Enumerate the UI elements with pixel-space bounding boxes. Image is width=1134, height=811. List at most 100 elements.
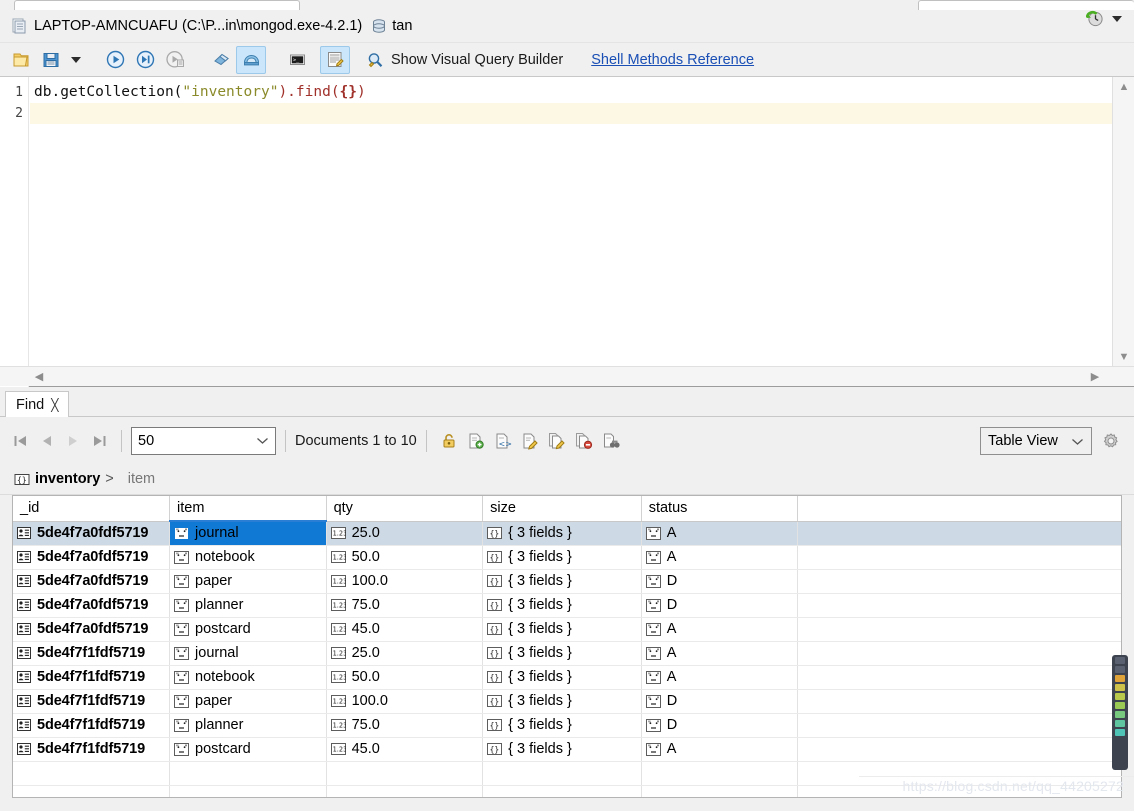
table-row[interactable]: 5de4f7f1fdf5719 " " journal 1.23 25.0 {} { 3 fi… [13, 641, 1121, 666]
execute-all-button[interactable] [130, 46, 160, 74]
save-dropdown-button[interactable] [66, 46, 86, 74]
view-json-button[interactable]: <> [490, 428, 517, 454]
cell-status[interactable]: " " A [641, 521, 799, 546]
results-table[interactable]: _id item qty size status 5de4f7a0fdf5719… [12, 495, 1122, 798]
cell-item[interactable]: " " notebook [169, 545, 327, 570]
table-row[interactable]: 5de4f7a0fdf5719 " " postcard 1.23 45.0 {} { 3 f… [13, 617, 1121, 642]
cell-qty[interactable]: 1.23 75.0 [326, 713, 484, 738]
cell-qty[interactable]: 1.23 75.0 [326, 593, 484, 618]
edit-document-button[interactable] [320, 45, 350, 74]
cell-item[interactable]: " " postcard [169, 737, 327, 762]
clone-document-button[interactable] [544, 428, 571, 454]
cell-size[interactable]: {} { 3 fields } [482, 737, 642, 762]
cell-status[interactable]: " " A [641, 665, 799, 690]
cell-status[interactable]: " " D [641, 689, 799, 714]
column-header-qty[interactable]: qty [326, 496, 484, 522]
cell-status[interactable]: " " A [641, 545, 799, 570]
cell-id[interactable]: 5de4f7f1fdf5719 [13, 713, 171, 738]
view-mode-select[interactable]: Table View [980, 427, 1092, 455]
cell-size[interactable]: {} { 3 fields } [482, 713, 642, 738]
results-vertical-scrollbar[interactable] [1112, 655, 1128, 770]
editor-code-area[interactable]: db.getCollection("inventory").find({}) [30, 77, 1112, 387]
editor-tab-partial-left[interactable] [14, 0, 300, 10]
cell-qty[interactable]: 1.23 50.0 [326, 665, 484, 690]
cell-qty[interactable]: 1.23 100.0 [326, 689, 484, 714]
history-clock-icon[interactable] [1086, 10, 1104, 28]
cell-size[interactable]: {} { 3 fields } [482, 689, 642, 714]
results-settings-button[interactable] [1098, 428, 1124, 454]
save-script-button[interactable] [36, 46, 66, 74]
cell-qty[interactable]: 1.23 100.0 [326, 569, 484, 594]
edit-document-button[interactable] [517, 428, 544, 454]
editor-horizontal-scrollbar[interactable]: ◀ ▶ [0, 366, 1134, 386]
cell-status[interactable]: " " D [641, 713, 799, 738]
open-script-button[interactable] [6, 46, 36, 74]
lock-document-button[interactable] [436, 428, 463, 454]
cell-status[interactable]: " " A [641, 641, 799, 666]
cell-status[interactable]: " " A [641, 737, 799, 762]
visual-query-builder-label[interactable]: Show Visual Query Builder [391, 52, 563, 68]
cell-qty[interactable]: 1.23 45.0 [326, 737, 484, 762]
cell-item[interactable]: " " paper [169, 569, 327, 594]
delete-document-button[interactable] [571, 428, 598, 454]
column-header-size[interactable]: size [482, 496, 642, 522]
chevron-right-icon[interactable]: ▶ [1084, 367, 1106, 386]
cell-size[interactable]: {} { 3 fields } [482, 617, 642, 642]
limit-select[interactable]: 50 [131, 426, 276, 455]
cell-size[interactable]: {} { 3 fields } [482, 641, 642, 666]
chevron-left-icon[interactable]: ◀ [28, 367, 50, 386]
cell-qty[interactable]: 1.23 50.0 [326, 545, 484, 570]
close-icon[interactable]: ╳ [51, 398, 58, 412]
cell-status[interactable]: " " A [641, 617, 799, 642]
console-button[interactable]: >_ [282, 46, 312, 74]
table-row[interactable]: 5de4f7a0fdf5719 " " paper 1.23 100.0 {} { 3 fie… [13, 569, 1121, 594]
editor-vertical-scrollbar[interactable]: ▲ ▼ [1112, 77, 1134, 367]
cell-id[interactable]: 5de4f7f1fdf5719 [13, 689, 171, 714]
execute-button[interactable] [100, 46, 130, 74]
stop-button[interactable] [206, 46, 236, 74]
chevron-down-icon[interactable] [1112, 16, 1122, 22]
cell-item[interactable]: " " journal [169, 641, 327, 666]
cell-id[interactable]: 5de4f7a0fdf5719 [13, 545, 171, 570]
table-row[interactable]: 5de4f7a0fdf5719 " " notebook 1.23 50.0 {} { 3 f… [13, 545, 1121, 570]
column-header-id[interactable]: _id [13, 496, 171, 522]
editor-tab-partial-right[interactable] [918, 0, 1134, 10]
breadcrumb-field[interactable]: item [128, 471, 155, 487]
tab-find[interactable]: Find ╳ [5, 391, 70, 417]
cell-item[interactable]: " " notebook [169, 665, 327, 690]
prev-page-button[interactable] [34, 428, 60, 454]
column-header-status[interactable]: status [641, 496, 799, 522]
cell-qty[interactable]: 1.23 45.0 [326, 617, 484, 642]
chevron-up-icon[interactable]: ▲ [1113, 77, 1134, 97]
cell-size[interactable]: {} { 3 fields } [482, 545, 642, 570]
column-header-item[interactable]: item [169, 496, 327, 522]
code-line-2[interactable] [30, 103, 1112, 124]
execute-script-button[interactable] [160, 46, 190, 74]
cell-id[interactable]: 5de4f7f1fdf5719 [13, 641, 171, 666]
cell-size[interactable]: {} { 3 fields } [482, 593, 642, 618]
table-row[interactable]: 5de4f7f1fdf5719 " " notebook 1.23 50.0 {} { 3 f… [13, 665, 1121, 690]
table-row[interactable]: 5de4f7a0fdf5719 " " journal 1.23 25.0 {} { 3 fi… [13, 521, 1121, 546]
find-document-button[interactable] [598, 428, 625, 454]
cell-id[interactable]: 5de4f7f1fdf5719 [13, 737, 171, 762]
cell-id[interactable]: 5de4f7a0fdf5719 [13, 617, 171, 642]
cell-qty[interactable]: 1.23 25.0 [326, 641, 484, 666]
cell-status[interactable]: " " D [641, 569, 799, 594]
first-page-button[interactable] [8, 428, 34, 454]
table-row[interactable]: 5de4f7f1fdf5719 " " paper 1.23 100.0 {} { 3 fie… [13, 689, 1121, 714]
code-line-1[interactable]: db.getCollection("inventory").find({}) [30, 82, 1112, 103]
chevron-down-icon[interactable]: ▼ [1113, 347, 1134, 367]
cell-item[interactable]: " " planner [169, 593, 327, 618]
cell-size[interactable]: {} { 3 fields } [482, 665, 642, 690]
cell-status[interactable]: " " D [641, 593, 799, 618]
cell-id[interactable]: 5de4f7a0fdf5719 [13, 593, 171, 618]
cell-size[interactable]: {} { 3 fields } [482, 569, 642, 594]
next-page-button[interactable] [60, 428, 86, 454]
table-row[interactable]: 5de4f7a0fdf5719 " " planner 1.23 75.0 {} { 3 fi… [13, 593, 1121, 618]
breadcrumb-collection[interactable]: inventory [35, 471, 100, 487]
shell-methods-reference-link[interactable]: Shell Methods Reference [591, 52, 754, 68]
cell-item[interactable]: " " journal [169, 521, 327, 546]
cell-item[interactable]: " " paper [169, 689, 327, 714]
table-row[interactable]: 5de4f7f1fdf5719 " " planner 1.23 75.0 {} { 3 fi… [13, 713, 1121, 738]
cell-qty[interactable]: 1.23 25.0 [326, 521, 484, 546]
